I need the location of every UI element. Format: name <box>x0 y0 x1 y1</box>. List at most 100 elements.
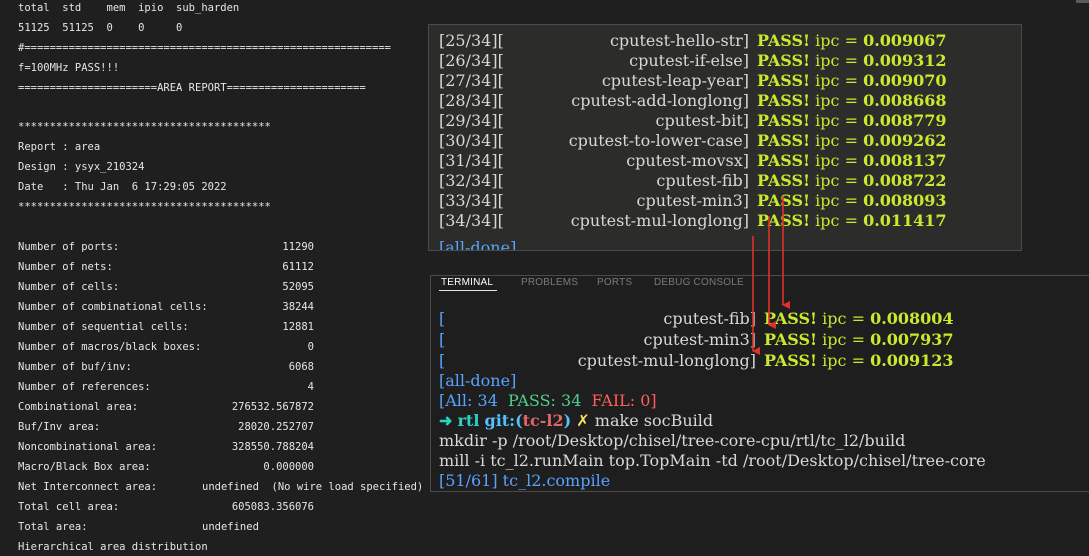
terminal-panel[interactable]: TERMINAL PROBLEMS PORTS DEBUG CONSOLE [c… <box>430 275 1089 492</box>
ipc-value: 0.008004 <box>870 309 954 328</box>
test-result: PASS! ipc = 0.008668 <box>757 91 947 111</box>
stat-value: 4 <box>307 381 314 393</box>
pass-label: PASS! <box>764 309 818 328</box>
stat-label: Number of cells: <box>18 281 120 293</box>
test-index: [ <box>439 309 446 328</box>
summary-pass: PASS: 34 <box>508 391 582 410</box>
ipc-label: ipc = <box>815 191 858 210</box>
tab-terminal[interactable]: TERMINAL <box>441 277 493 288</box>
ipc-label: ipc = <box>815 91 858 110</box>
pass-label: PASS! <box>757 31 811 50</box>
stat-value: 12881 <box>282 321 314 333</box>
pass-label: PASS! <box>764 351 818 370</box>
ipc-value: 0.009312 <box>863 51 947 70</box>
test-result: PASS! ipc = 0.008004 <box>764 309 954 329</box>
test-index: [34/34][ <box>439 211 504 230</box>
test-output-panel: [25/34][ cputest-hello-str] PASS! ipc = 0.… <box>428 24 1022 251</box>
test-name: cputest-min3] <box>636 191 749 210</box>
test-label-block: [cputest-min3] <box>439 330 756 350</box>
test-result: PASS! ipc = 0.008137 <box>757 151 947 171</box>
hash-separator: #=======================================… <box>18 42 391 54</box>
stat-value: 6068 <box>288 361 314 373</box>
stars-separator: **************************************** <box>18 201 271 213</box>
test-index: [30/34][ <box>439 131 504 150</box>
test-index: [25/34][ <box>439 31 504 50</box>
ipc-value: 0.009123 <box>870 351 954 370</box>
test-name: cputest-hello-str] <box>609 31 749 50</box>
stat-value: 11290 <box>282 241 314 253</box>
tab-ports[interactable]: PORTS <box>597 277 632 288</box>
date-line: Date : Thu Jan 6 17:29:05 2022 <box>18 181 227 193</box>
test-name: cputest-fib] <box>656 171 749 190</box>
ipc-label: ipc = <box>822 330 865 349</box>
terminal-all-done: [all-done] <box>439 371 517 390</box>
test-name: cputest-mul-longlong] <box>570 211 749 230</box>
pass-label: PASS! <box>757 191 811 210</box>
window-edge-icon <box>1070 0 1089 24</box>
ipc-value: 0.008668 <box>863 91 947 110</box>
stat-label: Number of combinational cells: <box>18 301 208 313</box>
stat-label: Number of references: <box>18 381 151 393</box>
total-cell-area-value: 605083.356076 <box>231 501 314 513</box>
header-values: 51125 51125 0 0 0 <box>18 22 183 34</box>
output-compile: [51/61] tc_l2.compile <box>439 471 611 490</box>
net-interconnect-value: undefined (No wire load specified) <box>202 481 424 493</box>
stat-label: Noncombinational area: <box>18 441 158 453</box>
test-label-block: [28/34][cputest-add-longlong] <box>439 91 749 111</box>
test-result: PASS! ipc = 0.009262 <box>757 131 947 151</box>
test-result: PASS! ipc = 0.008779 <box>757 111 947 131</box>
stat-value: 328550.788204 <box>231 441 314 453</box>
ipc-value: 0.009070 <box>863 71 947 90</box>
stars-separator: **************************************** <box>18 121 271 133</box>
test-label-block: [31/34][cputest-movsx] <box>439 151 749 171</box>
test-name: cputest-if-else] <box>629 51 749 70</box>
ipc-label: ipc = <box>822 351 865 370</box>
pass-label: PASS! <box>757 151 811 170</box>
summary-fail: FAIL: 0] <box>591 391 657 410</box>
stat-label: Number of nets: <box>18 261 113 273</box>
stat-label: Macro/Black Box area: <box>18 461 151 473</box>
prompt-dir: rtl <box>457 411 480 430</box>
net-interconnect-label: Net Interconnect area: <box>18 481 158 493</box>
tab-debug-console[interactable]: DEBUG CONSOLE <box>654 277 744 288</box>
stat-label: Number of sequential cells: <box>18 321 189 333</box>
pass-label: PASS! <box>757 131 811 150</box>
tab-problems[interactable]: PROBLEMS <box>521 277 578 288</box>
test-result: PASS! ipc = 0.009123 <box>764 351 954 371</box>
ipc-label: ipc = <box>815 51 858 70</box>
prompt-git-close: ) <box>563 411 572 430</box>
total-area-value: undefined <box>202 521 259 533</box>
header-columns: total std mem ipio sub_harden <box>18 2 240 14</box>
prompt-arrow-icon: ➜ <box>439 411 453 430</box>
test-name: cputest-add-longlong] <box>571 91 749 110</box>
stat-value: 276532.567872 <box>231 401 314 413</box>
shell-prompt[interactable]: ➜ rtl git:(tc-l2) ✗ make socBuild <box>439 411 713 431</box>
ipc-value: 0.007937 <box>870 330 954 349</box>
test-name: cputest-to-lower-case] <box>568 131 749 150</box>
test-label-block: [cputest-mul-longlong] <box>439 351 756 371</box>
panel-tabs: TERMINAL PROBLEMS PORTS DEBUG CONSOLE <box>431 276 1089 294</box>
test-label-block: [29/34][cputest-bit] <box>439 111 749 131</box>
output-mill: mill -i tc_l2.runMain top.TopMain -td /r… <box>439 451 986 470</box>
stat-value: 0 <box>307 341 314 353</box>
pass-label: PASS! <box>757 71 811 90</box>
hierarchical-area-heading: Hierarchical area distribution <box>18 541 208 553</box>
pass-label: PASS! <box>757 91 811 110</box>
pass-label: PASS! <box>757 51 811 70</box>
test-label-block: [32/34][cputest-fib] <box>439 171 749 191</box>
ipc-value: 0.008722 <box>863 171 947 190</box>
ipc-label: ipc = <box>815 151 858 170</box>
ipc-label: ipc = <box>815 171 858 190</box>
ipc-label: ipc = <box>815 31 858 50</box>
test-name: cputest-fib] <box>663 309 756 328</box>
frequency-result: f=100MHz PASS!!! <box>18 62 120 74</box>
test-result: PASS! ipc = 0.008093 <box>757 191 947 211</box>
ipc-value: 0.009262 <box>863 131 947 150</box>
ipc-value: 0.008137 <box>863 151 947 170</box>
test-index: [33/34][ <box>439 191 504 210</box>
stat-label: Number of macros/black boxes: <box>18 341 202 353</box>
test-result: PASS! ipc = 0.009070 <box>757 71 947 91</box>
all-done-cut-line: [all-done] <box>439 238 517 251</box>
area-report-heading: ======================AREA REPORT=======… <box>18 82 366 94</box>
stat-value: 0.000000 <box>263 461 314 473</box>
